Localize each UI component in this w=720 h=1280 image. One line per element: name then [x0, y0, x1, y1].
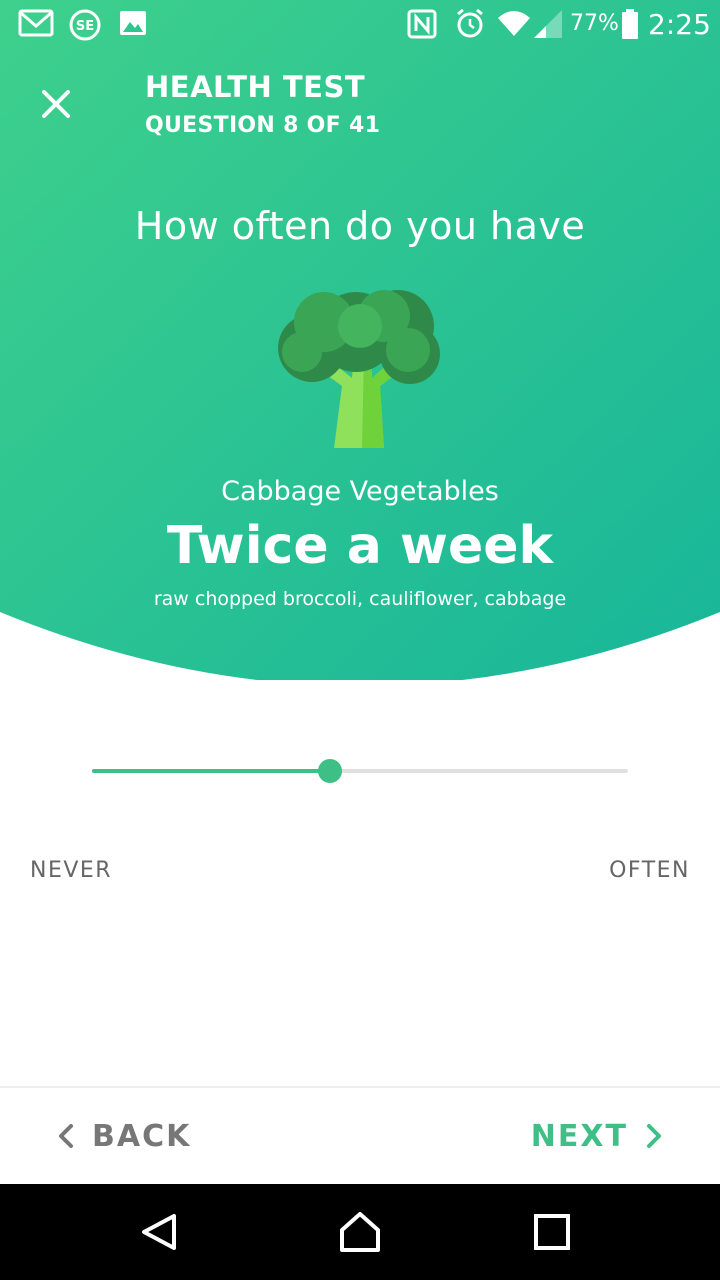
system-nav-bar: [0, 1184, 720, 1280]
image-icon: [120, 11, 146, 35]
svg-text:SE: SE: [76, 19, 94, 34]
page-title: HEALTH TEST: [145, 70, 366, 104]
question-counter: QUESTION 8 OF 41: [145, 113, 381, 138]
nav-back-icon[interactable]: [136, 1208, 184, 1256]
gmail-icon: [18, 9, 54, 37]
slider-fill: [92, 769, 330, 773]
wifi-icon: [498, 11, 530, 36]
broccoli-icon: [278, 290, 440, 448]
close-icon: [42, 90, 70, 118]
nfc-icon: [407, 9, 437, 39]
food-examples: raw chopped broccoli, cauliflower, cabba…: [153, 588, 567, 610]
slider-thumb[interactable]: [318, 759, 342, 783]
frequency-slider[interactable]: [92, 755, 628, 787]
back-label: BACK: [92, 1118, 192, 1154]
food-category: Cabbage Vegetables: [221, 476, 499, 507]
back-button[interactable]: BACK: [54, 1110, 191, 1162]
nav-home-icon[interactable]: [336, 1208, 384, 1256]
battery-icon: [622, 9, 638, 39]
se-app-icon: SE: [69, 9, 101, 41]
scale-min-label: NEVER: [30, 858, 113, 883]
chevron-left-icon: [59, 1124, 73, 1148]
cell-signal-icon: [534, 10, 562, 38]
status-bar: SE 77% 2:25: [0, 0, 720, 48]
close-button[interactable]: [32, 80, 80, 128]
scale-max-label: OFTEN: [609, 858, 690, 883]
nav-recents-icon[interactable]: [528, 1208, 576, 1256]
clock: 2:25: [648, 8, 711, 41]
health-test-screen: SE 77% 2:25 HEALTH TEST QUESTION 8 OF 41…: [0, 0, 720, 1280]
selected-frequency: Twice a week: [166, 516, 554, 576]
chevron-right-icon: [647, 1124, 661, 1148]
footer-divider: [0, 1086, 720, 1088]
alarm-icon: [457, 8, 483, 38]
question-prompt: How often do you have: [134, 204, 586, 248]
next-label: NEXT: [530, 1118, 628, 1154]
next-button[interactable]: NEXT: [531, 1110, 666, 1162]
battery-percent: 77%: [570, 11, 619, 36]
